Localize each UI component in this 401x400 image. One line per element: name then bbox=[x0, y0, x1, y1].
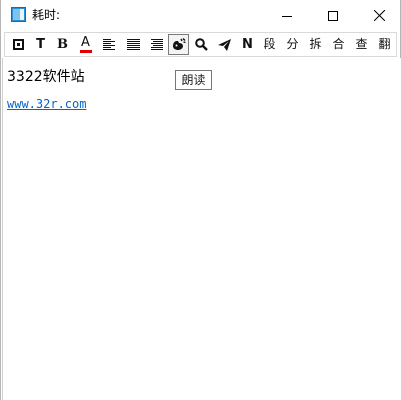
merge-label: 合 bbox=[332, 37, 345, 51]
font-color-bar bbox=[79, 49, 92, 53]
border-box-button[interactable] bbox=[8, 34, 29, 55]
align-justify-button[interactable] bbox=[146, 34, 167, 55]
bold-button[interactable]: B bbox=[52, 34, 73, 55]
text-t-button[interactable]: T bbox=[30, 34, 51, 55]
maximize-button[interactable] bbox=[310, 0, 356, 31]
split-button[interactable]: 分 bbox=[282, 34, 303, 55]
minimize-icon bbox=[282, 15, 292, 17]
minimize-button[interactable] bbox=[264, 0, 310, 31]
align-center-icon bbox=[127, 39, 140, 50]
close-button[interactable] bbox=[356, 0, 401, 31]
app-icon bbox=[11, 7, 26, 22]
title-bar[interactable]: 耗时: bbox=[1, 0, 400, 31]
border-box-icon bbox=[13, 39, 24, 50]
font-color-icon: A bbox=[81, 34, 90, 50]
align-justify-icon bbox=[150, 39, 163, 50]
split-label: 分 bbox=[286, 37, 299, 51]
toolbar: T B A N 段 分 拆 合 查 翻 bbox=[4, 32, 397, 57]
app-window: 耗时: T B A N 段 分 拆 合 查 翻 3322软件站 www.32r.… bbox=[0, 0, 401, 400]
content-link[interactable]: www.32r.com bbox=[7, 97, 86, 112]
send-icon bbox=[218, 38, 231, 51]
n-button[interactable]: N bbox=[237, 34, 258, 55]
text-t-icon: T bbox=[36, 37, 45, 52]
font-color-button[interactable]: A bbox=[75, 34, 96, 55]
dismantle-label: 拆 bbox=[309, 37, 322, 51]
read-aloud-button[interactable] bbox=[168, 34, 189, 55]
lookup-label: 查 bbox=[355, 37, 368, 51]
dismantle-button[interactable]: 拆 bbox=[305, 34, 326, 55]
n-icon: N bbox=[242, 37, 253, 52]
paragraph-label: 段 bbox=[263, 37, 276, 51]
paragraph-button[interactable]: 段 bbox=[259, 34, 280, 55]
translate-label: 翻 bbox=[378, 37, 391, 51]
tooltip: 朗读 bbox=[175, 70, 212, 90]
text-editor-area[interactable]: 3322软件站 www.32r.com bbox=[2, 58, 401, 400]
align-left-icon bbox=[102, 39, 115, 50]
read-aloud-icon bbox=[172, 38, 186, 50]
align-left-button[interactable] bbox=[98, 34, 119, 55]
align-center-button[interactable] bbox=[123, 34, 144, 55]
lookup-button[interactable]: 查 bbox=[351, 34, 372, 55]
merge-button[interactable]: 合 bbox=[328, 34, 349, 55]
translate-button[interactable]: 翻 bbox=[374, 34, 395, 55]
window-title: 耗时: bbox=[32, 8, 61, 22]
content-line-text: 3322软件站 bbox=[7, 69, 85, 85]
maximize-icon bbox=[328, 10, 338, 21]
search-icon bbox=[195, 38, 208, 51]
bold-icon: B bbox=[57, 37, 68, 52]
close-icon bbox=[373, 10, 385, 21]
send-button[interactable] bbox=[214, 34, 235, 55]
search-button[interactable] bbox=[191, 34, 212, 55]
